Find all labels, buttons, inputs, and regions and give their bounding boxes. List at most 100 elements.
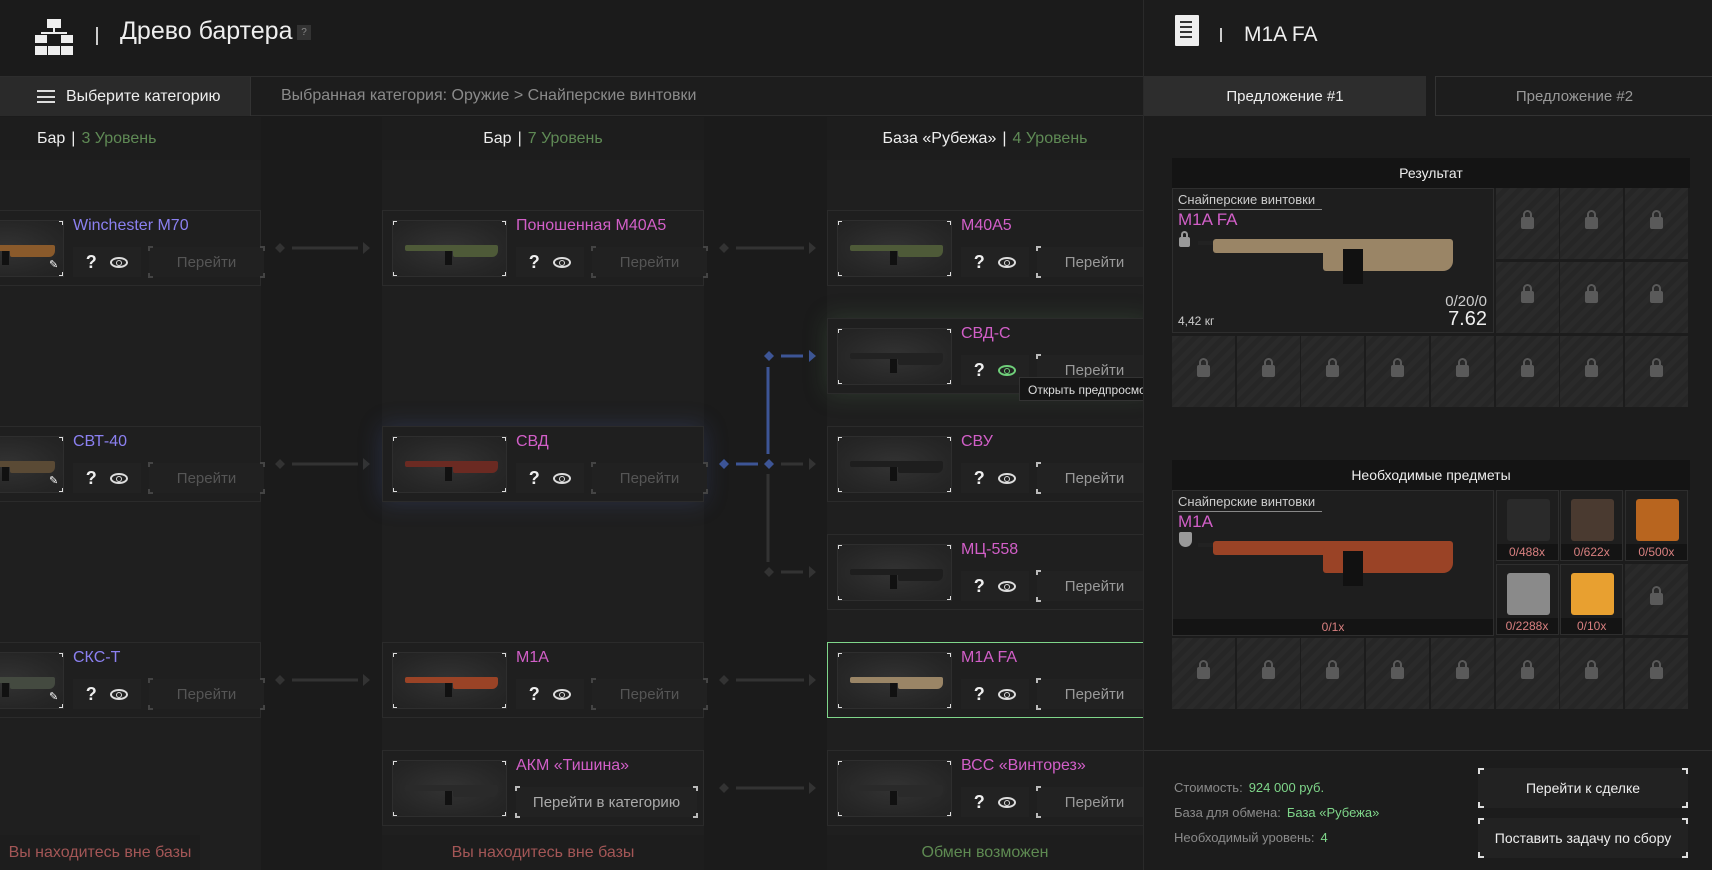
card-name: МЦ-558 bbox=[961, 541, 1019, 558]
weapon-thumbnail[interactable] bbox=[837, 760, 952, 817]
weapon-thumbnail[interactable] bbox=[837, 544, 952, 601]
column-level: 4 Уровень bbox=[1012, 129, 1088, 147]
weapon-thumbnail[interactable]: ✎ bbox=[0, 652, 64, 709]
column-level: 7 Уровень bbox=[527, 129, 603, 147]
eye-icon[interactable] bbox=[553, 256, 572, 268]
tree-card[interactable]: M1A? Перейти bbox=[382, 642, 708, 718]
go-button[interactable]: Перейти bbox=[591, 246, 708, 278]
tree-card[interactable]: ВСС «Винторез»? Перейти bbox=[827, 750, 1143, 826]
eye-icon[interactable] bbox=[110, 256, 129, 268]
tree-card[interactable]: ✎ СВТ-40? Перейти bbox=[0, 426, 265, 502]
menu-icon bbox=[37, 90, 55, 103]
go-button[interactable]: Перейти bbox=[1036, 570, 1143, 602]
go-button-label: Перейти bbox=[1064, 793, 1125, 811]
connector-arrow bbox=[809, 350, 816, 362]
go-button[interactable]: Перейти в категорию bbox=[515, 786, 698, 818]
help-button[interactable]: ? bbox=[529, 468, 540, 489]
tab-offer-1[interactable]: Предложение #1 bbox=[1144, 76, 1426, 116]
help-button[interactable]: ? bbox=[86, 684, 97, 705]
required-item[interactable]: Снайперские винтовки M1A 0/1x bbox=[1172, 490, 1494, 636]
eye-icon[interactable] bbox=[998, 364, 1017, 376]
tree-card[interactable]: СВД? Перейти bbox=[382, 426, 708, 502]
weapon-thumbnail[interactable] bbox=[392, 652, 507, 709]
result-item[interactable]: Снайперские винтовки M1A FA 4,42 кг 0/20… bbox=[1172, 188, 1494, 333]
weapon-thumbnail[interactable] bbox=[837, 328, 952, 385]
corner-bracket bbox=[1478, 768, 1484, 774]
help-button[interactable]: ? bbox=[974, 792, 985, 813]
tree-card[interactable]: СВУ? Перейти bbox=[827, 426, 1143, 502]
required-item-slot[interactable]: 0/622x bbox=[1560, 490, 1624, 561]
eye-icon[interactable] bbox=[110, 688, 129, 700]
tab-offer-2[interactable]: Предложение #2 bbox=[1435, 76, 1712, 116]
level-value: 4 bbox=[1320, 830, 1328, 845]
weapon-image-stock bbox=[898, 353, 943, 365]
help-button[interactable]: ? bbox=[974, 576, 985, 597]
item-count: 0/500x bbox=[1625, 544, 1687, 560]
column-status: Обмен возможен bbox=[827, 835, 1143, 870]
go-button[interactable]: Перейти bbox=[148, 678, 265, 710]
go-button[interactable]: Перейти bbox=[148, 246, 265, 278]
locked-slot bbox=[1366, 638, 1430, 709]
corner-bracket bbox=[1682, 802, 1688, 808]
required-item-slot[interactable]: 0/10x bbox=[1560, 564, 1624, 635]
set-collect-task-button[interactable]: Поставить задачу по сбору bbox=[1478, 818, 1688, 858]
go-button[interactable]: Перейти bbox=[1036, 678, 1143, 710]
weapon-thumbnail[interactable]: ✎ bbox=[0, 220, 64, 277]
tree-card[interactable]: M40A5? Перейти bbox=[827, 210, 1143, 286]
help-button[interactable]: ? bbox=[529, 252, 540, 273]
eye-icon[interactable] bbox=[998, 580, 1017, 592]
go-button[interactable]: Перейти bbox=[1036, 462, 1143, 494]
go-button[interactable]: Перейти bbox=[148, 462, 265, 494]
weapon-thumbnail[interactable] bbox=[837, 220, 952, 277]
weapon-image-stock bbox=[453, 785, 498, 797]
go-button[interactable]: Перейти bbox=[591, 462, 708, 494]
eye-icon[interactable] bbox=[110, 472, 129, 484]
tree-card[interactable]: ✎ СКС-Т? Перейти bbox=[0, 642, 265, 718]
go-button[interactable]: Перейти bbox=[591, 678, 708, 710]
cost-row: Стоимость: 924 000 руб. bbox=[1174, 780, 1324, 795]
weapon-image-stock bbox=[898, 569, 943, 581]
eye-icon[interactable] bbox=[998, 256, 1017, 268]
help-button[interactable]: ? bbox=[86, 468, 97, 489]
eye-icon[interactable] bbox=[998, 472, 1017, 484]
corner-bracket bbox=[148, 462, 153, 467]
eye-icon[interactable] bbox=[998, 688, 1017, 700]
lock-icon bbox=[1520, 210, 1534, 229]
tree-card[interactable]: АКМ «Тишина» Перейти в категорию bbox=[382, 750, 704, 826]
tree-card[interactable]: Поношенная M40A5? Перейти bbox=[382, 210, 708, 286]
corner-bracket bbox=[1036, 273, 1041, 278]
corner-bracket bbox=[703, 489, 708, 494]
help-button[interactable]: ? bbox=[529, 684, 540, 705]
go-button[interactable]: Перейти bbox=[1036, 786, 1143, 818]
required-item-slot[interactable]: 0/488x bbox=[1495, 490, 1559, 561]
item-image bbox=[1506, 573, 1550, 615]
go-button[interactable]: Перейти bbox=[1036, 246, 1143, 278]
eye-icon[interactable] bbox=[998, 796, 1017, 808]
help-button[interactable]: ? bbox=[974, 468, 985, 489]
eye-icon[interactable] bbox=[553, 688, 572, 700]
eye-icon[interactable] bbox=[553, 472, 572, 484]
weapon-thumbnail[interactable] bbox=[392, 760, 507, 817]
weapon-thumbnail[interactable] bbox=[392, 220, 507, 277]
required-item-slot[interactable]: 0/2288x bbox=[1495, 564, 1559, 635]
result-name: M1A FA bbox=[1178, 210, 1238, 229]
weapon-thumbnail[interactable]: ✎ bbox=[0, 436, 64, 493]
weapon-thumbnail[interactable] bbox=[837, 652, 952, 709]
help-button[interactable]: ? bbox=[974, 684, 985, 705]
select-category-label: Выберите категорию bbox=[66, 87, 221, 105]
required-item-slot[interactable]: 0/500x bbox=[1624, 490, 1688, 561]
help-button[interactable]: ? bbox=[974, 360, 985, 381]
help-button[interactable]: ? bbox=[974, 252, 985, 273]
weapon-thumbnail[interactable] bbox=[392, 436, 507, 493]
tree-card[interactable]: ✎ Winchester M70? Перейти bbox=[0, 210, 265, 286]
weapon-thumbnail[interactable] bbox=[837, 436, 952, 493]
tree-card[interactable]: МЦ-558? Перейти bbox=[827, 534, 1143, 610]
corner-bracket bbox=[148, 489, 153, 494]
help-button[interactable]: ? bbox=[297, 25, 311, 40]
go-to-deal-button[interactable]: Перейти к сделке bbox=[1478, 768, 1688, 808]
help-button[interactable]: ? bbox=[86, 252, 97, 273]
tree-card[interactable]: M1A FA? Перейти bbox=[827, 642, 1143, 718]
select-category-button[interactable]: Выберите категорию bbox=[0, 77, 251, 116]
lock-icon bbox=[1649, 210, 1663, 229]
corner-bracket bbox=[260, 678, 265, 683]
